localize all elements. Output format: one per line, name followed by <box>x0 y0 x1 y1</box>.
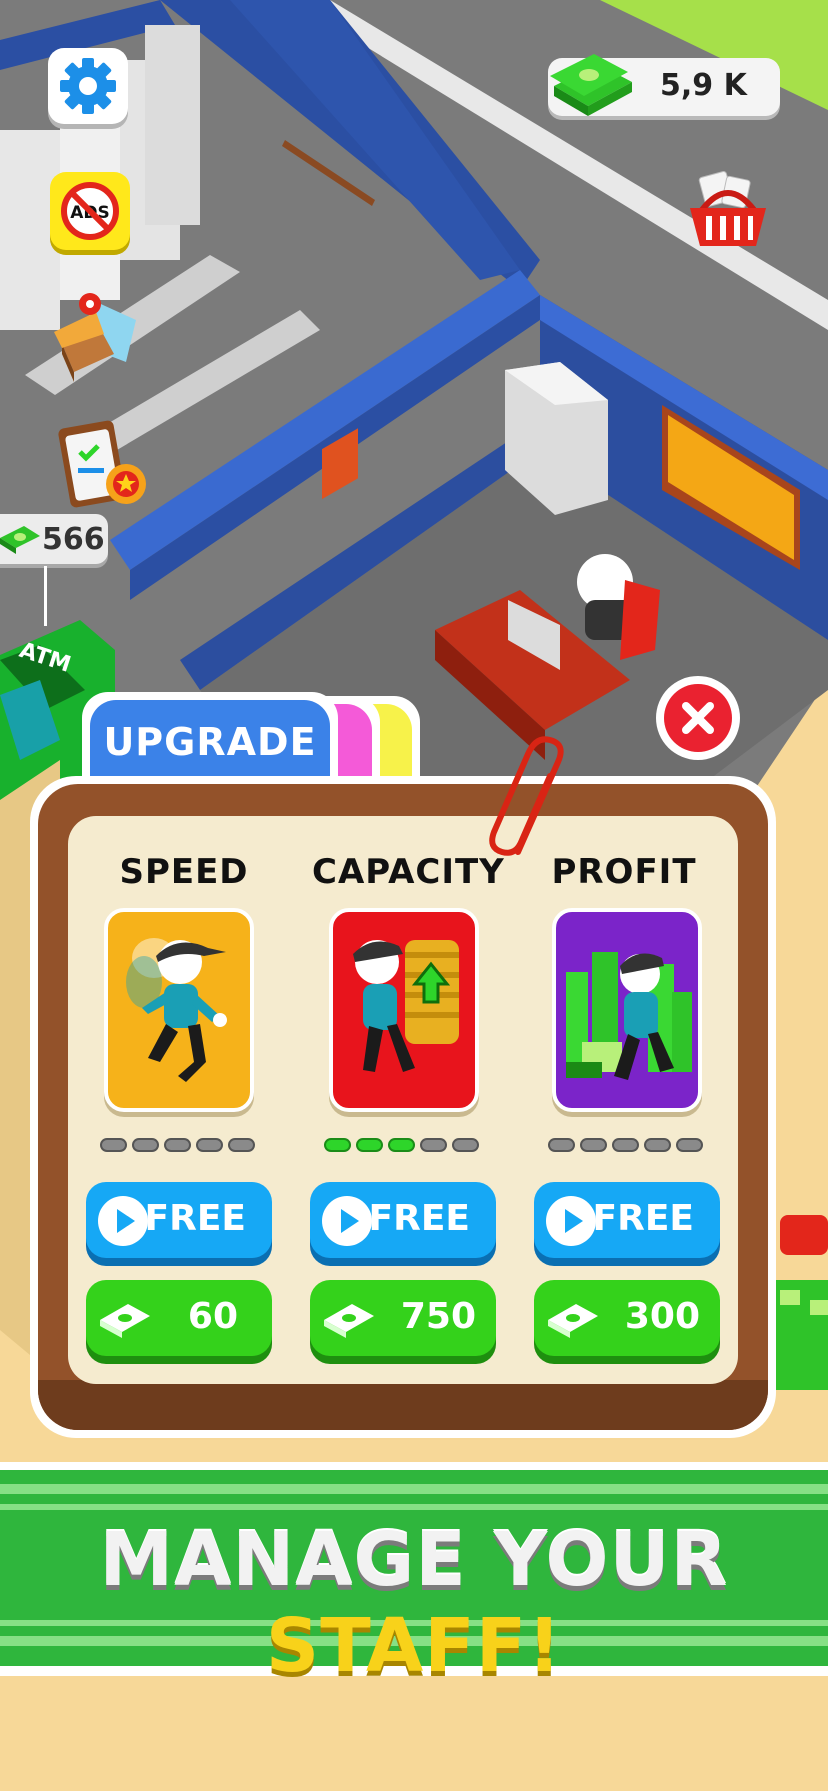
pizza-map-icon <box>54 293 136 382</box>
level-dot-empty <box>228 1138 255 1152</box>
profit-free-button[interactable]: FREE <box>534 1182 720 1258</box>
close-icon <box>682 702 714 734</box>
level-dot-empty <box>452 1138 479 1152</box>
task-list-icon <box>58 420 146 508</box>
cash-worker-icon <box>566 952 692 1080</box>
promo-headline: MANAGE YOUR STAFF! <box>0 1517 828 1689</box>
speed-free-button[interactable]: FREE <box>86 1182 272 1258</box>
speed-card[interactable] <box>104 908 254 1112</box>
tasks-button[interactable] <box>58 418 152 518</box>
speed-title: SPEED <box>119 852 249 892</box>
capacity-level-bar <box>324 1138 479 1152</box>
capacity-price: 750 <box>400 1296 476 1337</box>
profit-level-bar <box>548 1138 703 1152</box>
speed-price: 60 <box>187 1296 238 1337</box>
play-video-icon <box>322 1196 372 1246</box>
profit-buy-button[interactable]: 300 <box>534 1280 720 1356</box>
paperclip-icon <box>489 736 564 856</box>
speed-buy-button[interactable]: 60 <box>86 1280 272 1356</box>
shop-basket-icon <box>690 171 766 246</box>
play-video-icon <box>98 1196 148 1246</box>
cash-stack-icon <box>550 54 632 116</box>
game-scene: ATM 5,9 K 566 UPGRADE SPEED CAPACITY PRO… <box>0 0 828 1791</box>
cash-icon <box>100 1304 150 1338</box>
headline-word-staff: STAFF! <box>265 1603 563 1689</box>
running-worker-icon <box>126 938 227 1082</box>
shop-button[interactable] <box>684 170 772 252</box>
capacity-free-button[interactable]: FREE <box>310 1182 496 1258</box>
capacity-card[interactable] <box>329 908 479 1112</box>
capacity-free-label: FREE <box>368 1198 471 1239</box>
close-button[interactable] <box>656 676 740 760</box>
carrying-worker-icon <box>353 940 459 1072</box>
profit-price: 300 <box>624 1296 700 1337</box>
cash-icon <box>0 526 40 554</box>
level-dot-empty <box>420 1138 447 1152</box>
profit-title: PROFIT <box>551 852 697 892</box>
banner-stripe <box>0 1484 828 1494</box>
speed-free-label: FREE <box>144 1198 247 1239</box>
upgrade-panel-frame-shadow <box>38 1380 768 1430</box>
level-dot-empty <box>548 1138 575 1152</box>
level-dot-filled <box>356 1138 383 1152</box>
gear-icon <box>60 58 116 114</box>
profit-card[interactable] <box>552 908 702 1112</box>
tab-upgrade-label: UPGRADE <box>103 720 317 764</box>
play-video-icon <box>546 1196 596 1246</box>
level-dot-empty <box>132 1138 159 1152</box>
cash-icon <box>548 1304 598 1338</box>
level-dot-empty <box>164 1138 191 1152</box>
level-dot-empty <box>612 1138 639 1152</box>
no-ads-button[interactable]: ADS <box>50 172 130 250</box>
close-button-face <box>664 684 732 752</box>
no-ads-icon: ADS <box>61 182 119 240</box>
level-dot-empty <box>580 1138 607 1152</box>
headline-word-manage: MANAGE <box>99 1517 467 1603</box>
headline-word-your: YOUR <box>493 1517 729 1603</box>
settings-button[interactable] <box>48 48 128 124</box>
pizza-location-button[interactable] <box>44 292 140 384</box>
level-dot-empty <box>196 1138 223 1152</box>
price-tag-stem <box>44 566 47 626</box>
speed-level-bar <box>100 1138 255 1152</box>
profit-free-label: FREE <box>592 1198 695 1239</box>
level-dot-empty <box>644 1138 671 1152</box>
level-dot-empty <box>676 1138 703 1152</box>
money-amount: 5,9 K <box>660 68 747 103</box>
level-dot-filled <box>324 1138 351 1152</box>
cash-icon <box>324 1304 374 1338</box>
level-dot-filled <box>388 1138 415 1152</box>
banner-stripe <box>0 1504 828 1510</box>
capacity-buy-button[interactable]: 750 <box>310 1280 496 1356</box>
capacity-title: CAPACITY <box>312 852 505 892</box>
level-dot-empty <box>100 1138 127 1152</box>
atm-price-value: 566 <box>42 522 105 557</box>
